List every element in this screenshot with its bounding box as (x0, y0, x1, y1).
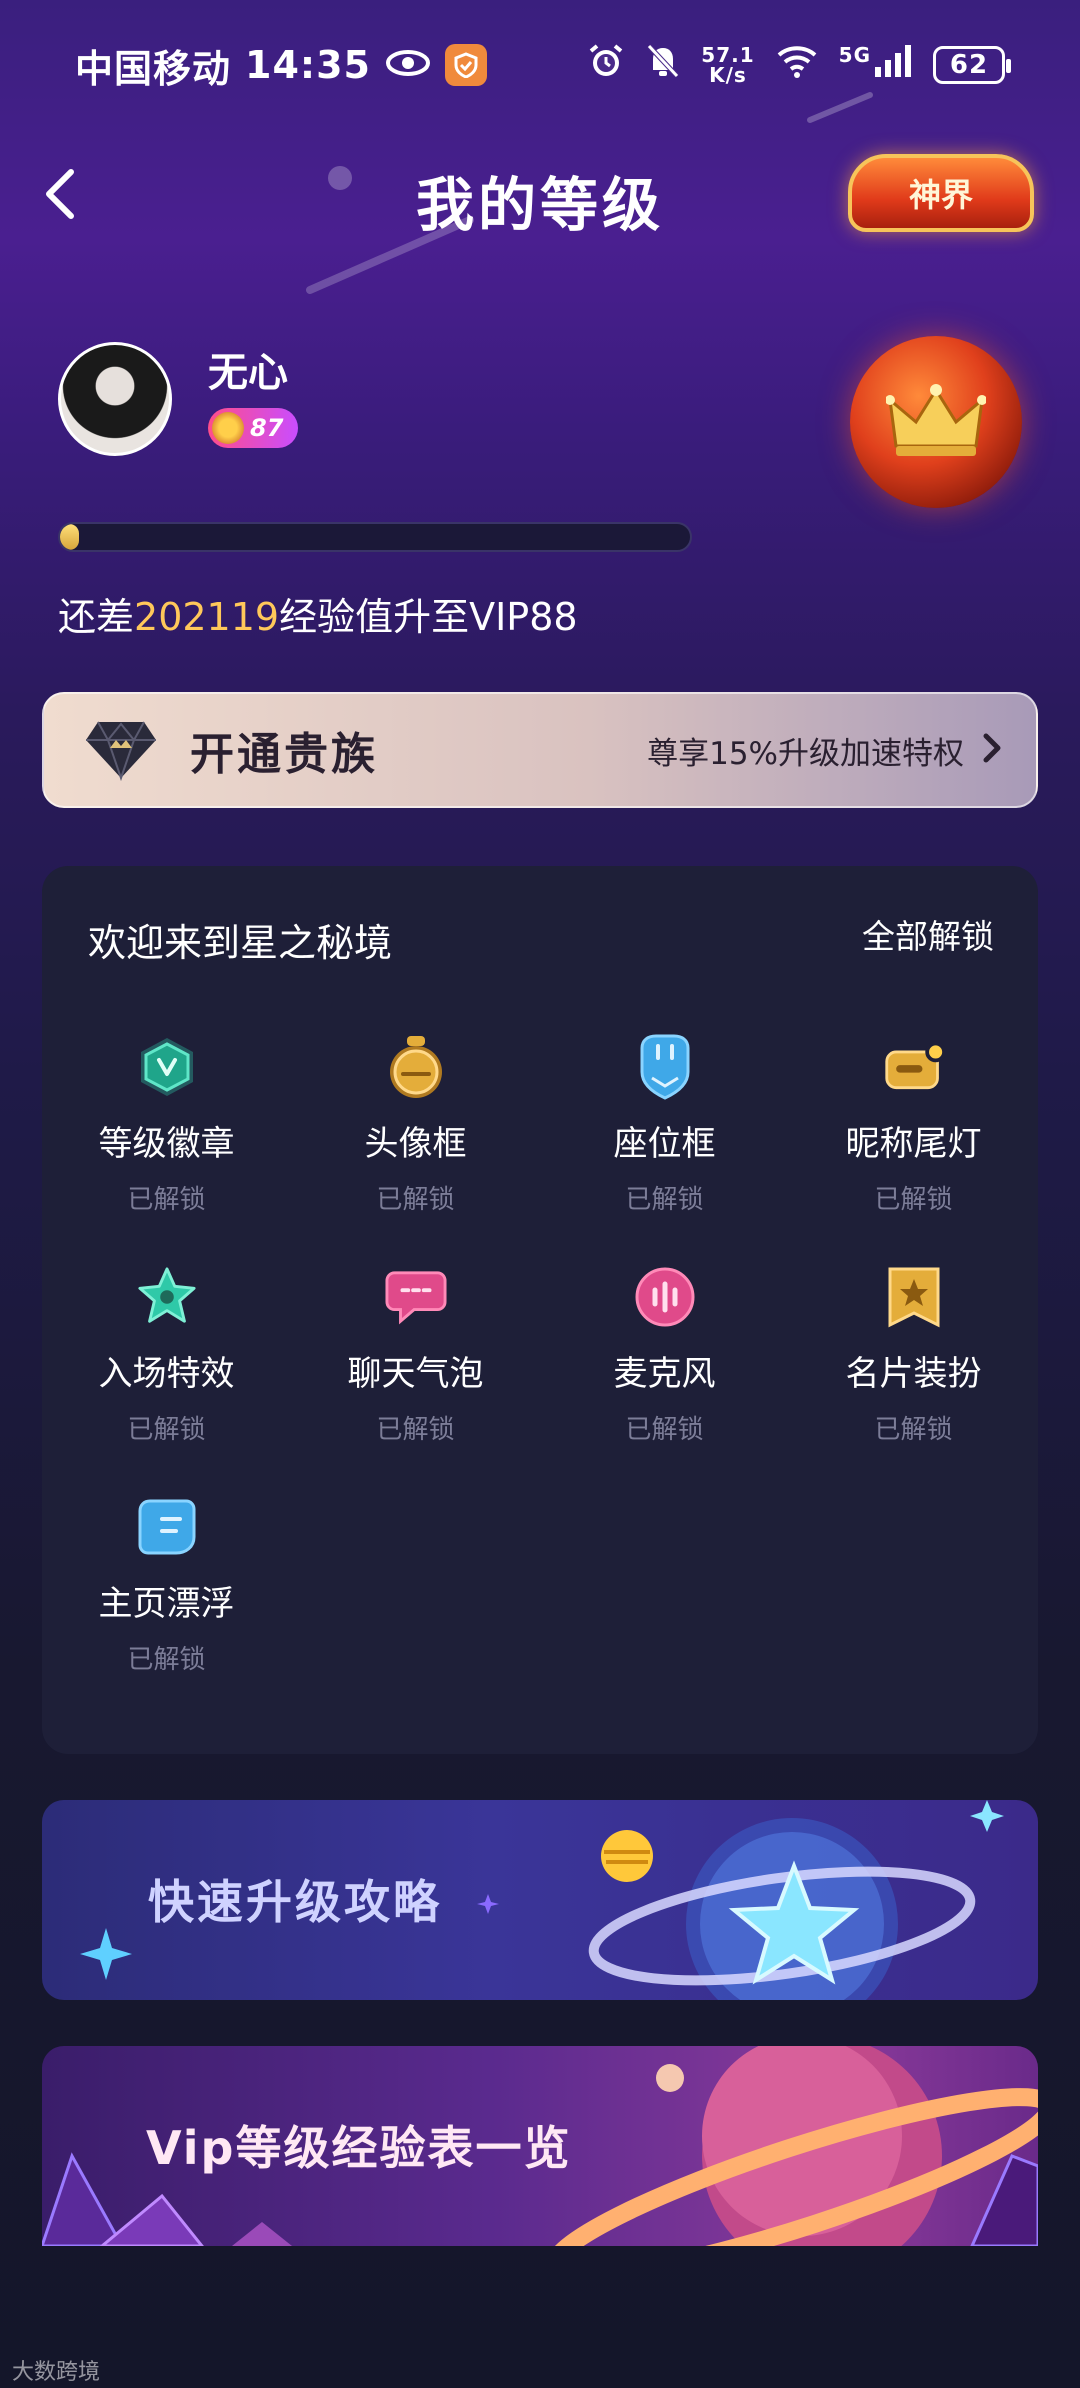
exp-progress-bar (58, 522, 692, 552)
exp-table-title: Vip等级经验表一览 (146, 2121, 572, 2175)
privileges-title: 欢迎来到星之秘境 (88, 921, 393, 965)
wifi-icon (775, 43, 819, 88)
privilege-item-homepage-float[interactable]: 主页漂浮 已解锁 (42, 1496, 291, 1726)
vip-exp-table-banner[interactable]: Vip等级经验表一览 (42, 2046, 1038, 2246)
profile-section: 无心 87 (58, 336, 1022, 540)
privilege-item-level-badge[interactable]: 等级徽章 已解锁 (42, 1036, 291, 1266)
privilege-item-seat-frame[interactable]: 座位框 已解锁 (540, 1034, 789, 1266)
privilege-label: 入场特效 (98, 1354, 235, 1394)
privilege-state: 已解锁 (625, 1185, 704, 1215)
privilege-label: 昵称尾灯 (845, 1124, 982, 1164)
eye-icon (385, 43, 431, 87)
privilege-item-nickname-light[interactable]: 昵称尾灯 已解锁 (789, 1036, 1038, 1266)
nickname-light-icon (883, 1036, 945, 1098)
privilege-state: 已解锁 (874, 1415, 953, 1445)
crown-icon (212, 412, 244, 444)
watermark-text: 大数跨境 (12, 2360, 101, 2385)
card-decoration-icon (883, 1266, 945, 1328)
privilege-label: 座位框 (613, 1124, 716, 1164)
watermark: 大数跨境 (12, 2354, 100, 2386)
exp-remaining-text: 还差202119经验值升至VIP88 (58, 586, 578, 641)
mute-bell-icon (645, 42, 681, 89)
privilege-state: 已解锁 (127, 1645, 206, 1675)
privilege-label: 头像框 (364, 1124, 467, 1164)
seat-frame-icon (634, 1034, 696, 1100)
clock: 14:35 (245, 43, 371, 87)
privilege-label: 聊天气泡 (347, 1354, 484, 1394)
vip-crown-orb (850, 336, 1022, 508)
privilege-label: 等级徽章 (98, 1124, 235, 1164)
quick-upgrade-guide-banner[interactable]: 快速升级攻略 (42, 1800, 1038, 2000)
privilege-state: 已解锁 (376, 1415, 455, 1445)
entrance-effect-icon (136, 1266, 198, 1328)
badge-icon (136, 1036, 198, 1098)
shield-app-icon (444, 44, 487, 86)
avatar[interactable] (58, 342, 172, 456)
privilege-item-entrance-effect[interactable]: 入场特效 已解锁 (42, 1266, 291, 1496)
battery-indicator: 62 (933, 46, 1011, 84)
net-speed-value: 57.1 (701, 43, 755, 67)
open-noble-banner[interactable]: 开通贵族 尊享15%升级加速特权 (42, 692, 1038, 808)
exp-needed-value: 202119 (134, 595, 280, 639)
privilege-item-avatar-frame[interactable]: 头像框 已解锁 (291, 1036, 540, 1266)
level-number: 87 (250, 414, 284, 442)
privileges-card: 欢迎来到星之秘境 全部解锁 等级徽章 已解锁 头像框 已解锁 座位框 已解锁 昵… (42, 866, 1038, 1754)
net-speed-unit: K/s (709, 63, 747, 87)
exp-progress-fill (60, 524, 79, 550)
signal-icon (873, 43, 913, 88)
privilege-label: 主页漂浮 (98, 1584, 235, 1624)
privilege-item-card-decoration[interactable]: 名片装扮 已解锁 (789, 1266, 1038, 1496)
level-badge: 87 (208, 408, 298, 448)
alarm-icon (587, 42, 625, 89)
chevron-right-icon (982, 733, 1002, 767)
tier-badge[interactable]: 神界 (848, 154, 1034, 232)
privilege-label: 麦克风 (613, 1354, 716, 1394)
privilege-item-microphone[interactable]: 麦克风 已解锁 (540, 1266, 789, 1496)
chat-bubble-icon (384, 1266, 447, 1328)
username: 无心 (208, 350, 288, 396)
privilege-item-chat-bubble[interactable]: 聊天气泡 已解锁 (291, 1266, 540, 1496)
carrier-name: 中国移动 (75, 46, 232, 91)
page-header: 我的等级 神界 (0, 140, 1080, 250)
exp-text-suffix: 经验值升至VIP88 (279, 595, 578, 639)
noble-subtitle: 尊享15%升级加速特权 (647, 735, 964, 772)
guide-title: 快速升级攻略 (148, 1875, 442, 1929)
exp-text-prefix: 还差 (58, 595, 135, 639)
battery-level: 62 (949, 50, 989, 80)
privilege-state: 已解锁 (127, 1185, 206, 1215)
unlock-all-link[interactable]: 全部解锁 (862, 910, 994, 958)
diamond-icon (84, 718, 158, 782)
privilege-state: 已解锁 (874, 1185, 953, 1215)
privilege-label: 名片装扮 (845, 1354, 982, 1394)
status-bar: 中国移动 14:35 57.1 K/s 5G 62 (0, 0, 1080, 130)
avatar-frame-icon (385, 1036, 447, 1098)
noble-title: 开通贵族 (190, 729, 378, 780)
net-speed: 57.1 K/s (701, 45, 754, 85)
network-type: 5G (838, 42, 871, 67)
privileges-grid: 等级徽章 已解锁 头像框 已解锁 座位框 已解锁 昵称尾灯 已解锁 入场特效 已… (42, 1034, 1038, 1726)
privilege-state: 已解锁 (127, 1415, 206, 1445)
homepage-float-icon (136, 1496, 198, 1558)
crown-icon (886, 384, 986, 456)
privilege-state: 已解锁 (625, 1415, 704, 1445)
privilege-state: 已解锁 (376, 1185, 455, 1215)
microphone-icon (634, 1266, 696, 1328)
